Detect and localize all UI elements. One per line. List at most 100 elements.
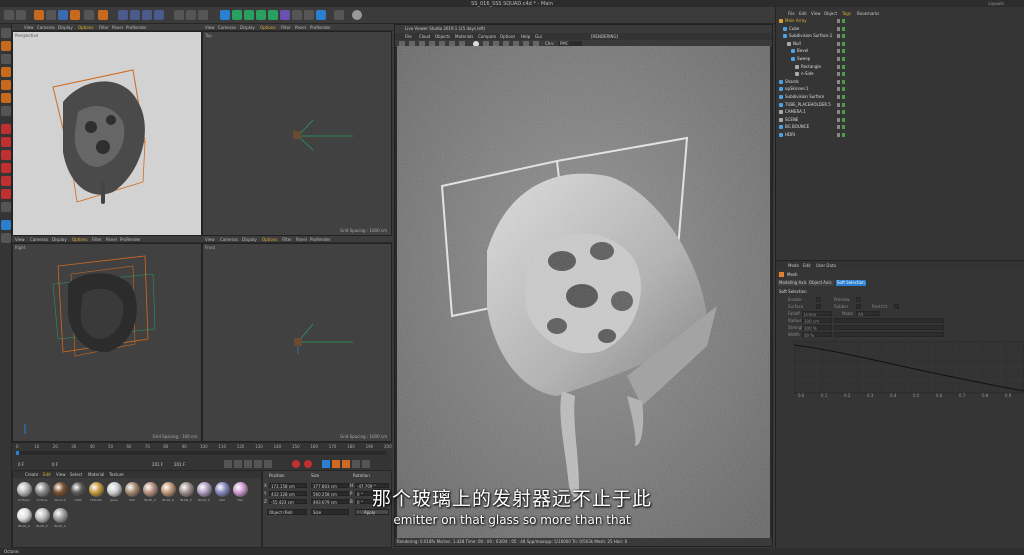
perspective-viewport[interactable]: Perspective [12, 31, 202, 236]
restrict-checkbox[interactable] [894, 304, 899, 309]
octane-icon[interactable] [334, 10, 344, 20]
vp-menu-filter[interactable]: Filter [281, 25, 291, 30]
lv-menu-file[interactable]: File [405, 34, 412, 39]
y-axis-icon[interactable] [130, 10, 140, 20]
obj-menu-bookmarks[interactable]: Bookmarks [857, 11, 879, 16]
lv-menu-cloud[interactable]: Cloud [419, 34, 430, 39]
tab-object-axis[interactable]: Object Axis [808, 280, 834, 286]
right-viewport[interactable]: Right Grid Spacing : 100 cm [12, 243, 202, 442]
move-icon[interactable] [46, 10, 56, 20]
redo-icon[interactable] [16, 10, 26, 20]
visibility-toggle[interactable] [837, 133, 847, 137]
vp-menu-view[interactable]: View [205, 25, 215, 30]
lv-menu-compare[interactable]: Compare [478, 34, 496, 39]
timeline-track[interactable] [16, 451, 386, 455]
octane-settings-icon[interactable] [1, 150, 11, 160]
vp-menu-cameras[interactable]: Cameras [30, 237, 48, 242]
vp-menu-cameras[interactable]: Cameras [37, 25, 55, 30]
playhead[interactable] [16, 451, 19, 455]
visibility-toggle[interactable] [837, 117, 847, 122]
record-icon[interactable] [292, 460, 300, 468]
object-row[interactable]: Rectangle [779, 64, 1024, 71]
vp-menu-panel[interactable]: Panel [112, 25, 123, 30]
rotate-icon[interactable] [70, 10, 80, 20]
play-icon[interactable] [244, 460, 252, 468]
visibility-toggle[interactable] [837, 125, 847, 130]
object-row[interactable]: CAMERA.1 [779, 109, 1024, 116]
snap-icon[interactable] [1, 124, 11, 134]
visibility-toggle[interactable] [837, 64, 847, 69]
obj-menu-object[interactable]: Object [824, 11, 837, 16]
render-image[interactable] [397, 46, 770, 538]
lv-menu-objects[interactable]: Objects [435, 34, 450, 39]
visibility-toggle[interactable] [837, 102, 847, 107]
width-field[interactable]: 50 % [802, 332, 832, 338]
top-viewport[interactable]: Top Grid Spacing : 1000 cm [202, 31, 392, 236]
mode-dropdown[interactable]: All [856, 311, 880, 317]
obj-menu-file[interactable]: File [788, 11, 795, 16]
obj-menu-tags[interactable]: Tags [842, 11, 851, 16]
visibility-toggle[interactable] [837, 41, 847, 46]
scale-icon[interactable] [58, 10, 68, 20]
key-scale-icon[interactable] [332, 460, 340, 468]
vp-menu-prorender[interactable]: ProRender [310, 237, 331, 242]
vp-menu-options[interactable]: Options [262, 237, 277, 242]
edges-mode-icon[interactable] [1, 80, 11, 90]
array-icon[interactable] [256, 10, 266, 20]
solo-icon[interactable] [1, 202, 11, 212]
current-frame[interactable]: 0 F [52, 462, 58, 467]
lv-menu-options[interactable]: Options [500, 34, 515, 39]
strength-field[interactable]: 100 % [802, 325, 832, 331]
vp-menu-prorender[interactable]: ProRender [120, 237, 141, 242]
lock-icon[interactable] [1, 233, 11, 243]
render-picture-viewer-icon[interactable] [186, 10, 196, 20]
autokey-icon[interactable] [304, 460, 312, 468]
vp-menu-view[interactable]: View [205, 237, 215, 242]
mat-menu-view[interactable]: View [56, 472, 66, 477]
visibility-toggle[interactable] [837, 49, 847, 54]
cube-icon[interactable] [220, 10, 230, 20]
visibility-toggle[interactable] [837, 79, 847, 84]
mat-menu-select[interactable]: Select [70, 472, 82, 477]
deformer-icon[interactable] [280, 10, 290, 20]
attr-menu-user-data[interactable]: User Data [816, 263, 836, 268]
vp-menu-display[interactable]: Display [242, 237, 257, 242]
object-row[interactable]: Cube [779, 26, 1024, 33]
bulb-icon[interactable] [352, 10, 362, 20]
mat-menu-edit[interactable]: Edit [43, 472, 51, 477]
vp-menu-cameras[interactable]: Cameras [218, 25, 236, 30]
object-row[interactable]: n-Side [779, 71, 1024, 78]
visibility-toggle[interactable] [837, 72, 847, 77]
octane-material-icon[interactable] [1, 189, 11, 199]
undo-icon[interactable] [4, 10, 14, 20]
visibility-toggle[interactable] [837, 87, 847, 92]
layer-icon[interactable] [1, 220, 11, 230]
recent-tool-icon[interactable] [84, 10, 94, 20]
object-axis-icon[interactable] [98, 10, 108, 20]
falloff-dropdown[interactable]: Linear [802, 311, 832, 317]
tab-soft-selection[interactable]: Soft Selection [836, 280, 866, 286]
make-editable-icon[interactable] [1, 28, 11, 38]
obj-menu-edit[interactable]: Edit [799, 11, 807, 16]
x-axis-icon[interactable] [118, 10, 128, 20]
world-coord-icon[interactable] [154, 10, 164, 20]
z-axis-icon[interactable] [142, 10, 152, 20]
visibility-toggle[interactable] [837, 57, 847, 61]
live-selection-icon[interactable] [34, 10, 44, 20]
light-icon[interactable] [316, 10, 326, 20]
visibility-toggle[interactable] [837, 34, 847, 39]
enable-checkbox[interactable] [816, 297, 821, 302]
next-frame-icon[interactable] [254, 460, 262, 468]
object-row[interactable]: SCENE [779, 117, 1024, 124]
octane-live-viewer-icon[interactable] [1, 163, 11, 173]
vp-menu-view[interactable]: View [24, 25, 34, 30]
axis-mode-icon[interactable] [1, 106, 11, 116]
go-start-icon[interactable] [224, 460, 232, 468]
key-position-icon[interactable] [322, 460, 330, 468]
visibility-toggle[interactable] [837, 95, 847, 99]
pen-icon[interactable] [232, 10, 242, 20]
object-row[interactable]: Bevel [779, 48, 1024, 55]
vp-menu-prorender[interactable]: ProRender [310, 25, 331, 30]
texture-mode-icon[interactable] [1, 54, 11, 64]
object-row[interactable]: opSkinner.1 [779, 86, 1024, 93]
